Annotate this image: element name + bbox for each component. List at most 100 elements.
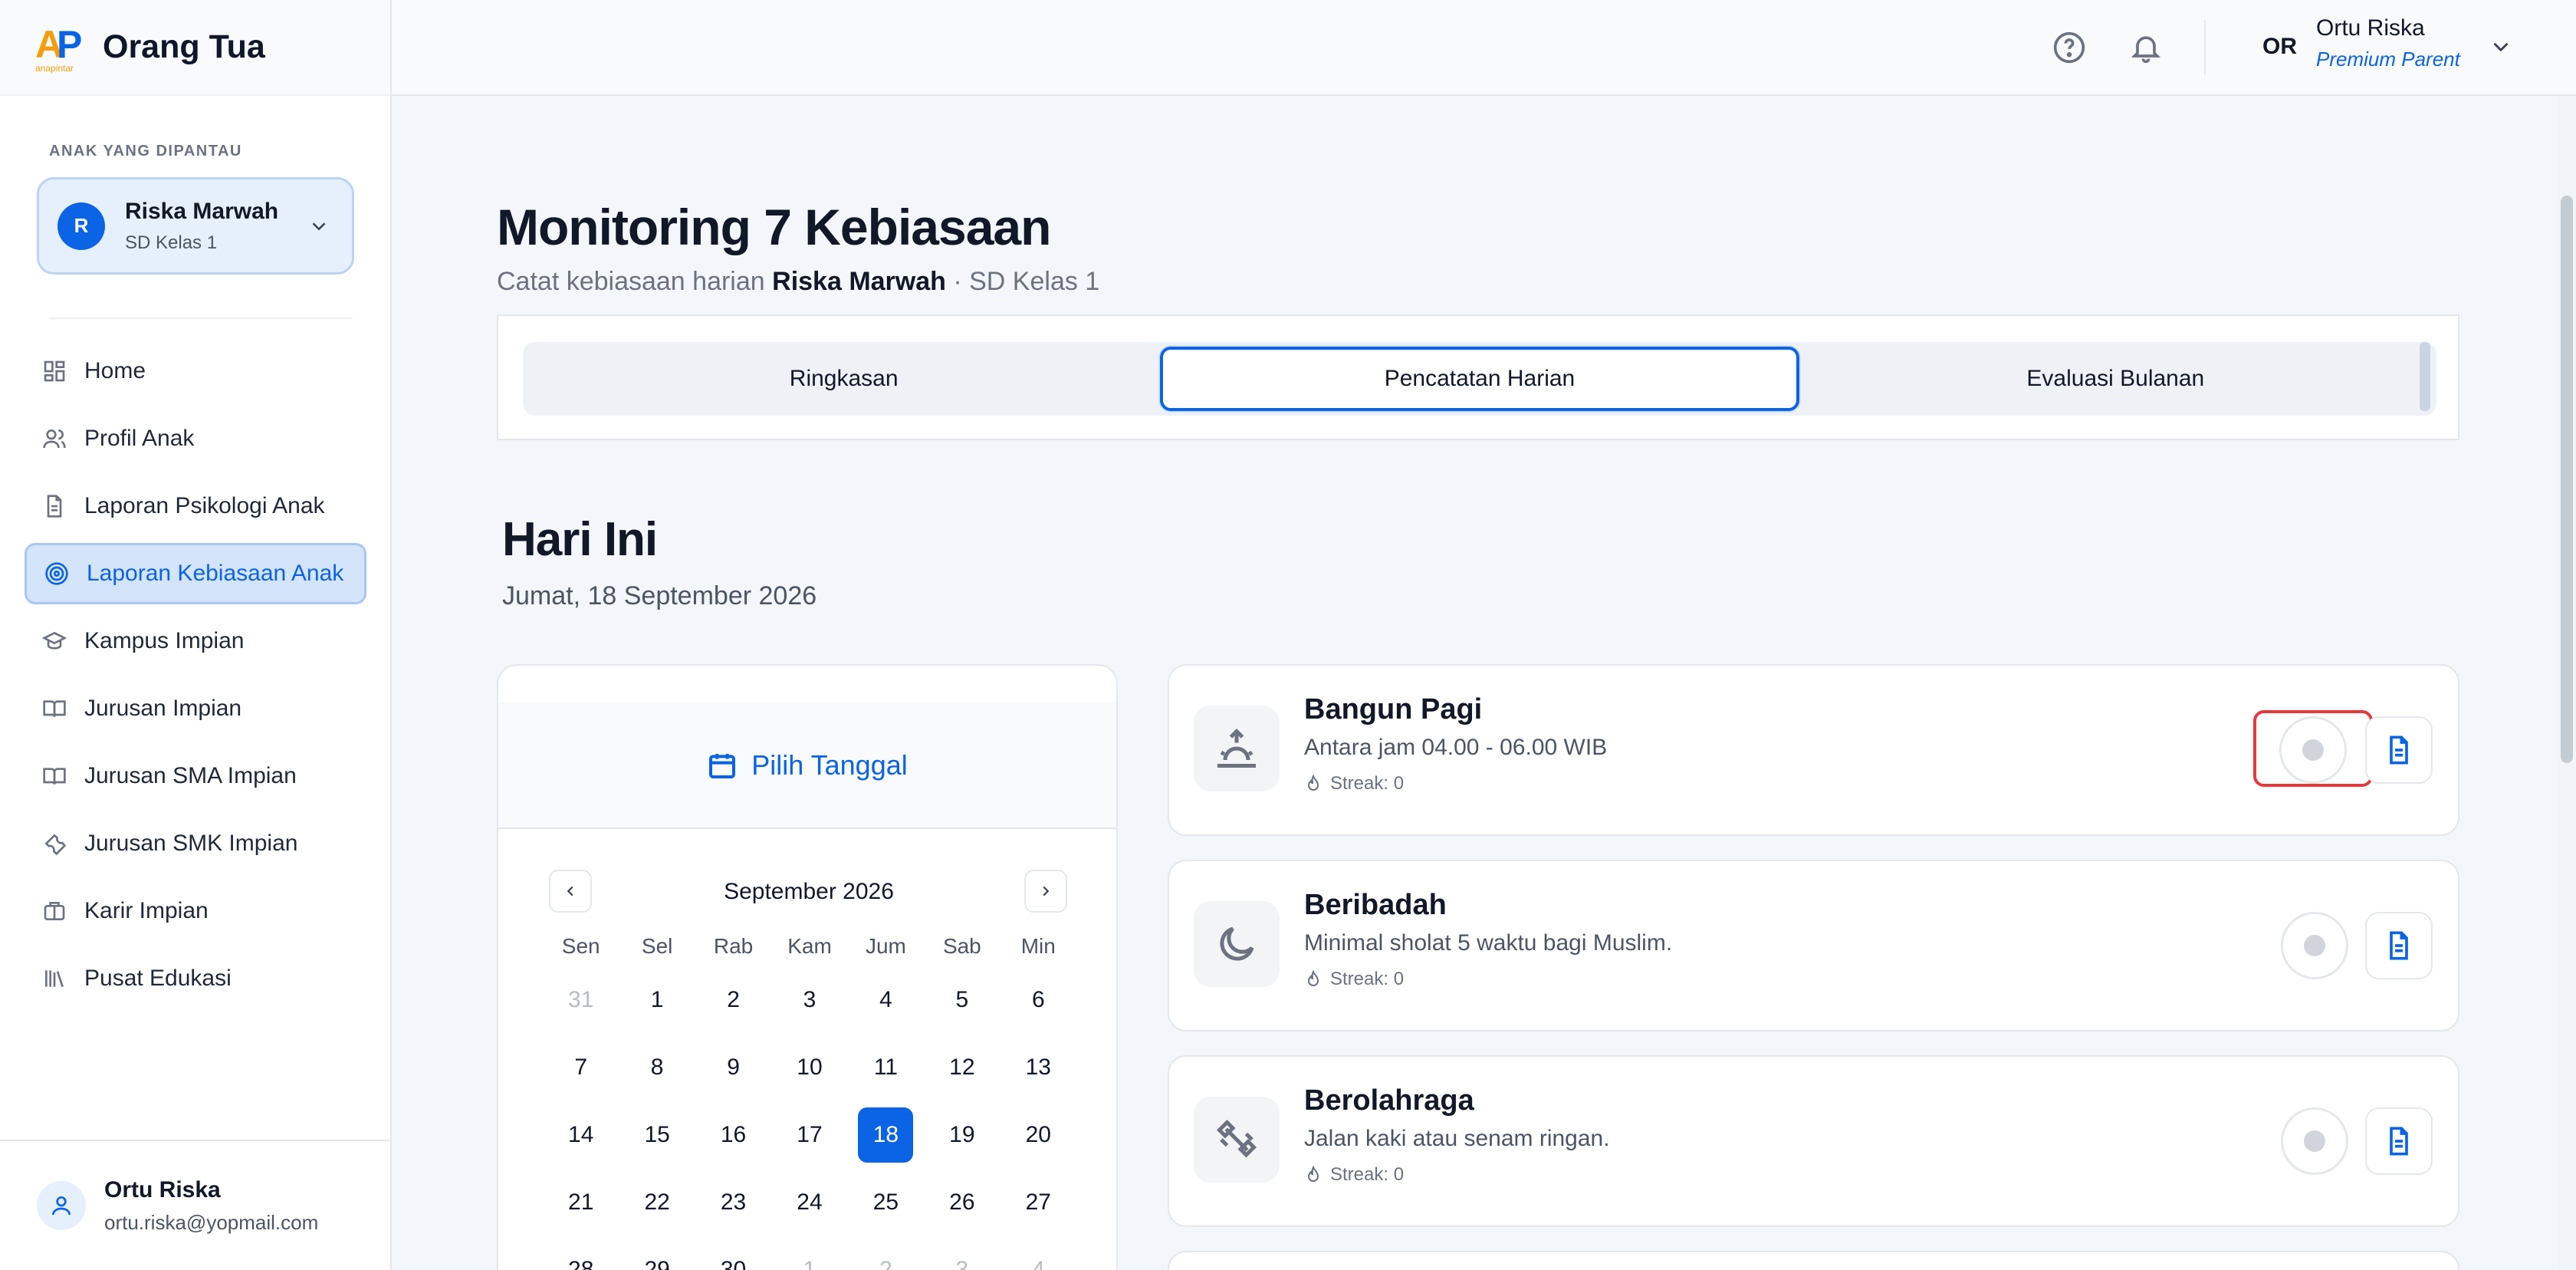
calendar-day[interactable]: 13 bbox=[1001, 1034, 1076, 1101]
sidebar-item-label: Kampus Impian bbox=[84, 628, 245, 653]
calendar-day[interactable]: 24 bbox=[771, 1169, 847, 1236]
calendar-day[interactable]: 10 bbox=[771, 1034, 847, 1101]
habit-check-button[interactable] bbox=[2279, 716, 2347, 784]
sidebar-item-jurusan-smk[interactable]: Jurusan SMK Impian bbox=[25, 813, 366, 874]
calendar-day[interactable]: 7 bbox=[543, 1034, 619, 1101]
svg-text:anapintar: anapintar bbox=[35, 63, 74, 74]
habit-note-button[interactable] bbox=[2365, 716, 2433, 784]
chevron-down-icon[interactable] bbox=[2488, 34, 2514, 60]
calendar-weekday: Sab bbox=[942, 934, 981, 958]
calendar-day[interactable]: 16 bbox=[695, 1101, 771, 1169]
streak-value: Streak: 0 bbox=[1330, 969, 1405, 989]
calendar-day[interactable]: 15 bbox=[619, 1101, 695, 1169]
help-icon[interactable] bbox=[2052, 31, 2086, 64]
wrench-icon bbox=[41, 831, 67, 857]
sidebar-item-profil-anak[interactable]: Profil Anak bbox=[25, 408, 366, 469]
svg-text:P: P bbox=[57, 23, 82, 66]
account-footer[interactable]: Ortu Riska ortu.riska@yopmail.com bbox=[0, 1140, 390, 1270]
calendar-weekday: Sel bbox=[641, 934, 673, 958]
tab-evaluasi-bulanan[interactable]: Evaluasi Bulanan bbox=[1799, 347, 2432, 411]
footer-user-name: Ortu Riska bbox=[104, 1176, 221, 1203]
calendar-day-number: 31 bbox=[568, 987, 594, 1012]
calendar-day[interactable]: 25 bbox=[848, 1169, 924, 1236]
sidebar-item-karir-impian[interactable]: Karir Impian bbox=[25, 880, 366, 942]
calendar-day-number: 17 bbox=[797, 1122, 823, 1147]
calendar-grid: Sen Sel Rab Kam Jum Sab Min 31 1 2 3 4 5 6 7 8 9 10 11 12 13… bbox=[543, 926, 1076, 1270]
calendar-day[interactable]: 2 bbox=[695, 966, 771, 1034]
habit-check-button[interactable] bbox=[2281, 912, 2348, 979]
calendar-day-number: 21 bbox=[568, 1189, 594, 1215]
calendar-day-number: 5 bbox=[955, 987, 969, 1012]
sidebar-item-jurusan-sma[interactable]: Jurusan SMA Impian bbox=[25, 745, 366, 807]
child-selector[interactable]: R Riska Marwah SD Kelas 1 bbox=[37, 177, 354, 275]
scrollbar-thumb[interactable] bbox=[2561, 196, 2573, 763]
calendar-day[interactable]: 26 bbox=[924, 1169, 1000, 1236]
calendar-day[interactable]: 6 bbox=[1001, 966, 1076, 1034]
calendar-day-number: 30 bbox=[720, 1257, 747, 1270]
calendar-day[interactable]: 3 bbox=[771, 966, 847, 1034]
calendar-day[interactable]: 4 bbox=[848, 966, 924, 1034]
grid-icon bbox=[41, 358, 67, 384]
calendar-day[interactable]: 23 bbox=[695, 1169, 771, 1236]
calendar-day[interactable]: 11 bbox=[848, 1034, 924, 1101]
sidebar-item-home[interactable]: Home bbox=[25, 341, 366, 402]
habit-check-button[interactable] bbox=[2281, 1107, 2348, 1175]
calendar-day[interactable]: 31 bbox=[543, 966, 619, 1034]
flame-icon bbox=[1307, 775, 1319, 791]
page-scrollbar[interactable] bbox=[2558, 96, 2576, 1270]
dumbbell-icon bbox=[1194, 1097, 1280, 1183]
user-initials[interactable]: OR bbox=[2262, 34, 2297, 60]
calendar-day[interactable]: 12 bbox=[924, 1034, 1000, 1101]
user-name[interactable]: Ortu Riska bbox=[2316, 15, 2425, 41]
habit-note-button[interactable] bbox=[2365, 912, 2433, 979]
calendar-day[interactable]: 5 bbox=[924, 966, 1000, 1034]
habit-card: Berolahraga Jalan kaki atau senam ringan… bbox=[1168, 1055, 2459, 1227]
tab-pencatatan-harian[interactable]: Pencatatan Harian bbox=[1160, 347, 1799, 411]
calendar-day[interactable]: 19 bbox=[924, 1101, 1000, 1169]
sidebar-item-laporan-psikologi[interactable]: Laporan Psikologi Anak bbox=[25, 475, 366, 537]
document-icon bbox=[41, 493, 67, 519]
calendar-day[interactable]: 14 bbox=[543, 1101, 619, 1169]
streak-value: Streak: 0 bbox=[1330, 1164, 1405, 1185]
calendar-day[interactable]: 28 bbox=[543, 1236, 619, 1270]
tab-ringkasan[interactable]: Ringkasan bbox=[527, 347, 1160, 411]
next-month-button[interactable] bbox=[1024, 870, 1067, 913]
sunrise-icon bbox=[1194, 706, 1280, 791]
calendar-day-number: 16 bbox=[720, 1122, 747, 1147]
brand[interactable]: A P anapintar Orang Tua bbox=[0, 0, 390, 96]
monitored-child-label: ANAK YANG DIPANTAU bbox=[49, 143, 242, 160]
calendar-day[interactable]: 1 bbox=[619, 966, 695, 1034]
calendar-day[interactable]: 8 bbox=[619, 1034, 695, 1101]
calendar-day[interactable]: 22 bbox=[619, 1169, 695, 1236]
sidebar-item-pusat-edukasi[interactable]: Pusat Edukasi bbox=[25, 948, 366, 1009]
calendar-day[interactable]: 3 bbox=[924, 1236, 1000, 1270]
calendar-day[interactable]: 2 bbox=[848, 1236, 924, 1270]
sidebar: A P anapintar Orang Tua ANAK YANG DIPANT… bbox=[0, 0, 392, 1270]
user-role: Premium Parent bbox=[2316, 48, 2460, 71]
sidebar-item-jurusan-impian[interactable]: Jurusan Impian bbox=[25, 678, 366, 739]
calendar-day[interactable]: 20 bbox=[1001, 1101, 1076, 1169]
calendar-day[interactable]: 27 bbox=[1001, 1169, 1076, 1236]
tabs-scrollbar[interactable] bbox=[2420, 342, 2430, 411]
calendar-day-number: 2 bbox=[879, 1257, 892, 1270]
calendar-day[interactable]: 21 bbox=[543, 1169, 619, 1236]
calendar-day-number: 25 bbox=[872, 1189, 899, 1215]
calendar-day[interactable]: 17 bbox=[771, 1101, 847, 1169]
calendar-day-number: 4 bbox=[1031, 1257, 1045, 1270]
radio-dot bbox=[2302, 739, 2324, 761]
calendar-day[interactable]: 9 bbox=[695, 1034, 771, 1101]
habit-note-button[interactable] bbox=[2365, 1107, 2433, 1175]
calendar-day-selected[interactable]: 18 bbox=[848, 1101, 924, 1169]
calendar-day[interactable]: 4 bbox=[1001, 1236, 1076, 1270]
bell-icon[interactable] bbox=[2129, 31, 2163, 64]
calendar-day[interactable]: 1 bbox=[771, 1236, 847, 1270]
date-picker-header[interactable]: Pilih Tanggal bbox=[498, 702, 1116, 829]
calendar-day-number: 11 bbox=[873, 1054, 898, 1080]
calendar-day[interactable]: 29 bbox=[619, 1236, 695, 1270]
calendar-day[interactable]: 30 bbox=[695, 1236, 771, 1270]
calendar-weekday: Min bbox=[1020, 934, 1056, 958]
sidebar-item-laporan-kebiasaan[interactable]: Laporan Kebiasaan Anak bbox=[25, 543, 366, 604]
sidebar-item-kampus-impian[interactable]: Kampus Impian bbox=[25, 610, 366, 672]
calendar-day-number: 9 bbox=[727, 1054, 740, 1080]
sidebar-item-label: Jurusan Impian bbox=[84, 696, 242, 721]
